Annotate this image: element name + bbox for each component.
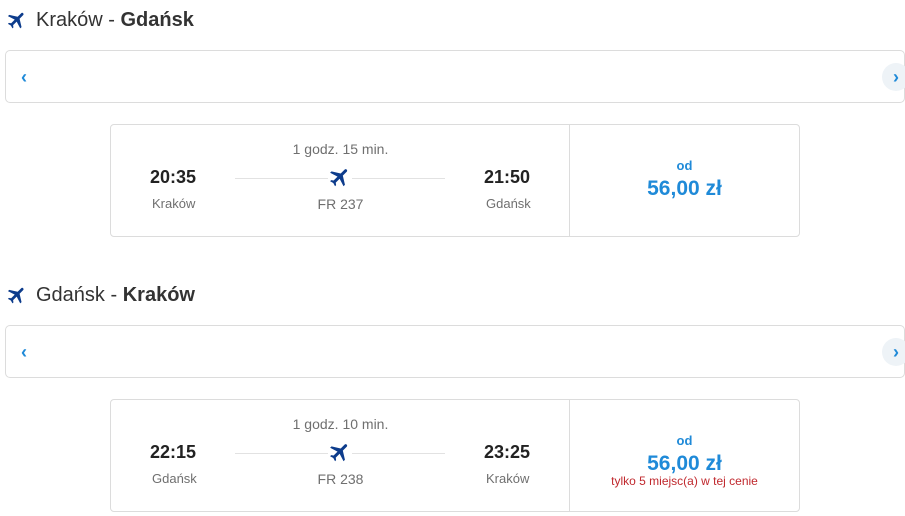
prev-dates-button[interactable]: ‹: [10, 63, 38, 91]
flight-info: 1 godz. 15 min. 20:35 Kraków FR 237 21:5…: [111, 125, 570, 236]
next-dates-button[interactable]: ›: [882, 338, 905, 366]
price-prefix: od: [676, 158, 693, 173]
route-separator: -: [102, 8, 121, 31]
route-from: Kraków: [36, 8, 103, 31]
airplane-icon: [328, 165, 352, 189]
arrival-city: Kraków: [486, 471, 530, 486]
airplane-icon: [7, 12, 24, 29]
departure-time: 20:35: [150, 167, 197, 187]
flight-duration: 1 godz. 15 min.: [292, 141, 389, 157]
airplane-icon: [328, 440, 352, 464]
airplane-icon: [7, 287, 24, 304]
departure-time: 22:15: [150, 442, 197, 462]
prev-dates-button[interactable]: ‹: [10, 338, 38, 366]
arrival-time: 23:25: [484, 442, 531, 462]
price-box[interactable]: od 56,00 zł tylko 5 miejsc(a) w tej ceni…: [570, 400, 799, 511]
flight-info: 1 godz. 10 min. 22:15 Gdańsk FR 238 23:2…: [111, 400, 570, 511]
route-to: Kraków: [122, 283, 195, 306]
arrival-city: Gdańsk: [486, 196, 531, 211]
date-selector-strip: ‹ ›: [5, 50, 905, 103]
price-value: 56,00 zł: [647, 452, 722, 475]
route-from: Gdańsk: [36, 283, 105, 306]
route-title: Gdańsk - Kraków: [6, 281, 195, 309]
seats-note: tylko 5 miejsc(a) w tej cenie: [611, 474, 758, 488]
next-dates-button[interactable]: ›: [882, 63, 905, 91]
arrival-time: 21:50: [484, 167, 531, 187]
price-box[interactable]: od 56,00 zł: [570, 125, 799, 236]
price-prefix: od: [676, 433, 693, 448]
price-value: 56,00 zł: [647, 177, 722, 200]
date-selector-strip: ‹ ›: [5, 325, 905, 378]
route-separator: -: [104, 283, 123, 306]
route-to: Gdańsk: [120, 8, 194, 31]
flight-card[interactable]: 1 godz. 10 min. 22:15 Gdańsk FR 238 23:2…: [110, 399, 800, 512]
flight-duration: 1 godz. 10 min.: [292, 416, 389, 432]
flight-card[interactable]: 1 godz. 15 min. 20:35 Kraków FR 237 21:5…: [110, 124, 800, 237]
route-title: Kraków - Gdańsk: [6, 6, 194, 34]
